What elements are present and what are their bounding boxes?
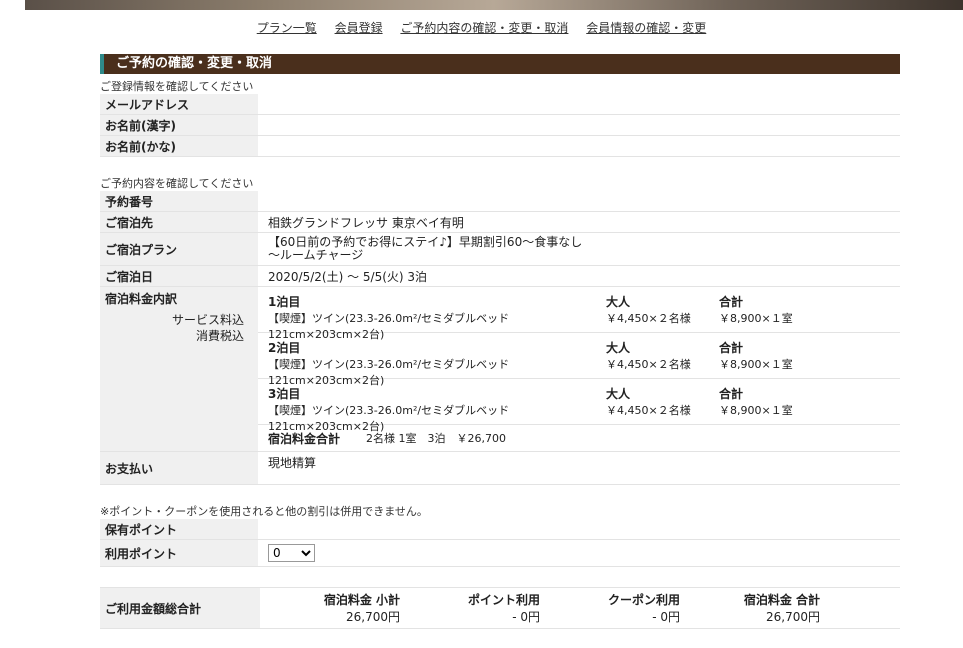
held-points-row: 保有ポイント xyxy=(100,519,900,540)
email-value xyxy=(258,94,900,114)
nav-member-register[interactable]: 会員登録 xyxy=(335,21,383,35)
subtotal-col: 宿泊料金 小計 26,700円 xyxy=(260,588,400,628)
email-label: メールアドレス xyxy=(100,94,258,114)
night-item: 1泊目 【喫煙】ツイン(23.3-26.0m²/セミダブルベッド121cm×203… xyxy=(258,287,900,341)
hotel-label: ご宿泊先 xyxy=(100,212,258,232)
name-kanji-label: お名前(漢字) xyxy=(100,115,258,135)
held-points-value xyxy=(258,519,900,539)
night-adult-label: 大人 xyxy=(606,295,631,309)
plan-row: ご宿泊プラン 【60日前の予約でお得にステイ♪】早期割引60～食事なし～ルームチ… xyxy=(100,233,900,266)
grand-total-col: 宿泊料金 合計 26,700円 xyxy=(680,588,820,628)
stay-date-row: ご宿泊日 2020/5/2(土) ～ 5/5(火) 3泊 xyxy=(100,266,900,287)
points-note: ※ポイント・クーポンを使用されると他の割引は併用できません。 xyxy=(100,505,428,518)
grand-total-label: ご利用金額総合計 xyxy=(100,588,260,628)
use-points-cell: 0 xyxy=(258,540,900,566)
nights-list: 1泊目 【喫煙】ツイン(23.3-26.0m²/セミダブルベッド121cm×203… xyxy=(258,287,900,451)
night-adult-label: 大人 xyxy=(606,341,631,355)
nav-reservation-check[interactable]: ご予約内容の確認・変更・取消 xyxy=(400,21,568,35)
night-adult-label: 大人 xyxy=(606,387,631,401)
night-total-label: 合計 xyxy=(719,295,744,309)
breakdown-tax-note: 消費税込 xyxy=(195,329,244,343)
section-title: ご予約の確認・変更・取消 xyxy=(100,54,900,74)
payment-value: 現地精算 xyxy=(268,456,317,470)
night-total-value: ￥8,900×１室 xyxy=(719,358,793,371)
header-banner-image xyxy=(25,0,963,10)
plan-value: 【60日前の予約でお得にステイ♪】早期割引60～食事なし～ルームチャージ xyxy=(268,235,583,262)
use-points-label: 利用ポイント xyxy=(100,540,258,566)
name-kanji-row: お名前(漢字) xyxy=(100,115,900,136)
coupon-used-col: クーポン利用 - 0円 xyxy=(540,588,680,628)
stay-date-label: ご宿泊日 xyxy=(100,266,258,286)
stay-total-label: 宿泊料金合計 xyxy=(268,431,341,446)
email-row: メールアドレス xyxy=(100,94,900,115)
breakdown-label-cell: 宿泊料金内訳 サービス料込 消費税込 xyxy=(100,287,258,451)
night-item: 2泊目 【喫煙】ツイン(23.3-26.0m²/セミダブルベッド121cm×203… xyxy=(258,333,900,387)
coupon-used-value: - 0円 xyxy=(652,610,680,624)
subtotal-label: 宿泊料金 小計 xyxy=(323,593,400,607)
use-points-select[interactable]: 0 xyxy=(268,544,315,562)
stay-date-value: 2020/5/2(土) ～ 5/5(火) 3泊 xyxy=(268,269,428,284)
night-total-value: ￥8,900×１室 xyxy=(719,404,793,417)
held-points-label: 保有ポイント xyxy=(100,519,258,539)
nav-member-info[interactable]: 会員情報の確認・変更 xyxy=(586,21,706,35)
reservation-number-value xyxy=(258,191,900,211)
payment-label: お支払い xyxy=(100,452,258,484)
night-item: 3泊目 【喫煙】ツイン(23.3-26.0m²/セミダブルベッド121cm×203… xyxy=(258,379,900,433)
night-total-label: 合計 xyxy=(719,341,744,355)
night-adult-value: ￥4,450×２名様 xyxy=(606,404,691,417)
points-used-label: ポイント利用 xyxy=(467,593,540,607)
reservation-number-row: 予約番号 xyxy=(100,191,900,212)
night-total-label: 合計 xyxy=(719,387,744,401)
night-title: 1泊目 xyxy=(268,295,301,309)
coupon-used-label: クーポン利用 xyxy=(607,593,680,607)
stay-total-value: 2名様 1室 3泊 ￥26,700 xyxy=(366,432,506,445)
member-note: ご登録情報を確認してください xyxy=(100,80,254,93)
use-points-row: 利用ポイント 0 xyxy=(100,540,900,567)
breakdown-service-note: サービス料込 xyxy=(171,313,244,327)
night-title: 3泊目 xyxy=(268,387,301,401)
points-used-value: - 0円 xyxy=(512,610,540,624)
reservation-note: ご予約内容を確認してください xyxy=(100,177,254,190)
points-used-col: ポイント利用 - 0円 xyxy=(400,588,540,628)
top-navigation: プラン一覧 会員登録 ご予約内容の確認・変更・取消 会員情報の確認・変更 xyxy=(0,19,963,37)
night-adult-value: ￥4,450×２名様 xyxy=(606,358,691,371)
grand-total-col-value: 26,700円 xyxy=(766,610,820,624)
plan-label: ご宿泊プラン xyxy=(100,233,258,265)
reservation-panel: ご予約の確認・変更・取消 ご登録情報を確認してください メールアドレス お名前(… xyxy=(100,54,900,629)
subtotal-value: 26,700円 xyxy=(346,610,400,624)
name-kanji-value xyxy=(258,115,900,135)
hotel-value: 相鉄グランドフレッサ 東京ベイ有明 xyxy=(268,215,464,230)
hotel-row: ご宿泊先 相鉄グランドフレッサ 東京ベイ有明 xyxy=(100,212,900,233)
night-total-value: ￥8,900×１室 xyxy=(719,312,793,325)
reservation-number-label: 予約番号 xyxy=(100,191,258,211)
name-kana-value xyxy=(258,136,900,156)
payment-row: お支払い 現地精算 xyxy=(100,452,900,485)
breakdown-label: 宿泊料金内訳 xyxy=(105,292,178,306)
night-adult-value: ￥4,450×２名様 xyxy=(606,312,691,325)
name-kana-label: お名前(かな) xyxy=(100,136,258,156)
nav-plan-list[interactable]: プラン一覧 xyxy=(257,21,317,35)
name-kana-row: お名前(かな) xyxy=(100,136,900,157)
grand-total-col-label: 宿泊料金 合計 xyxy=(743,593,820,607)
breakdown-row: 宿泊料金内訳 サービス料込 消費税込 1泊目 【喫煙】ツイン(23.3-26.0m… xyxy=(100,287,900,452)
night-title: 2泊目 xyxy=(268,341,301,355)
grand-total-row: ご利用金額総合計 宿泊料金 小計 26,700円 ポイント利用 - 0円 クーポン利… xyxy=(100,587,900,629)
